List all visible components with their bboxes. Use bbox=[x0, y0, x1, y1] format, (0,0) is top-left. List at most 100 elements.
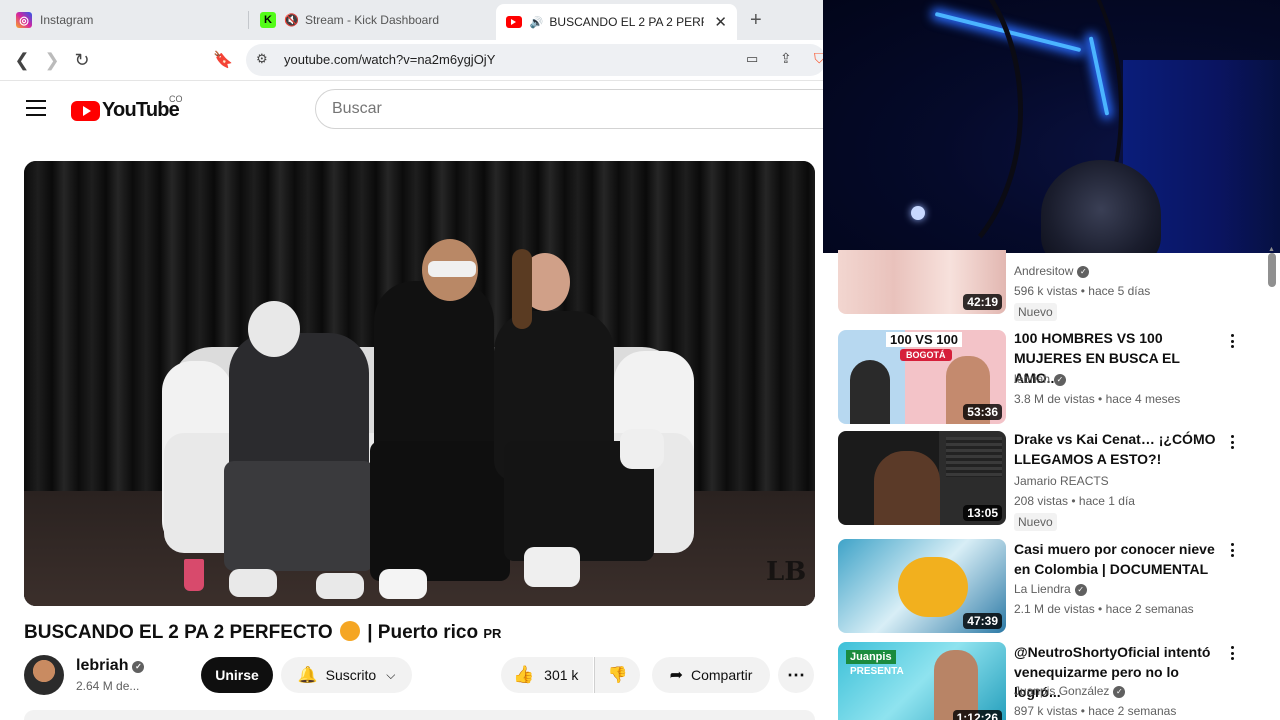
recommendation-item[interactable]: 42:19 Andresitow ✓ 596 k vistas • hace 5 … bbox=[838, 220, 1268, 321]
bookmark-icon[interactable]: 🔖 bbox=[211, 48, 235, 72]
recommendation-item[interactable]: 47:39 Casi muero por conocer nieve en Co… bbox=[838, 539, 1268, 633]
hamburger-menu-icon[interactable] bbox=[26, 100, 46, 116]
video-thumbnail[interactable]: 13:05 bbox=[838, 431, 1006, 525]
video-thumbnail[interactable]: Juanpis PRESENTA 1:12:26 bbox=[838, 642, 1006, 720]
rec-channel[interactable]: lebriah ✓ bbox=[1014, 372, 1067, 386]
dot-separator: • bbox=[1080, 284, 1085, 298]
url-text: youtube.com/watch?v=na2m6ygjOjY bbox=[284, 52, 496, 67]
rec-views: 596 k vistas bbox=[1014, 284, 1078, 298]
more-vertical-icon[interactable] bbox=[1226, 644, 1238, 662]
verified-icon: ✓ bbox=[1074, 584, 1087, 596]
person-left-cap bbox=[248, 301, 300, 357]
more-vertical-icon[interactable] bbox=[1226, 433, 1238, 451]
like-count: 301 k bbox=[544, 667, 579, 683]
forward-icon[interactable]: ❯ bbox=[40, 48, 64, 72]
duration-badge: 13:05 bbox=[963, 505, 1002, 521]
browser-toolbar: ❮ ❯ ↻ 🔖 ⚙ youtube.com/watch?v=na2m6ygjOj… bbox=[0, 40, 826, 81]
rec-channel[interactable]: Jamario REACTS bbox=[1014, 474, 1109, 488]
red-cup bbox=[184, 559, 204, 591]
sneaker bbox=[379, 569, 427, 599]
light-reflection bbox=[911, 206, 925, 220]
tab-instagram[interactable]: ◎ Instagram bbox=[6, 4, 103, 36]
sneaker bbox=[524, 547, 580, 587]
share-page-icon[interactable]: ⇪ bbox=[780, 50, 792, 67]
browser-tab-bar: ◎ Instagram K 🔇 Stream - Kick Dashboard … bbox=[0, 0, 823, 40]
rec-channel-name: Juanpis González bbox=[1014, 684, 1110, 698]
muted-speaker-icon: 🔇 bbox=[284, 13, 299, 27]
dot-separator: • bbox=[1080, 704, 1085, 718]
rec-channel[interactable]: La Liendra ✓ bbox=[1014, 582, 1087, 596]
rec-views: 897 k vistas bbox=[1014, 704, 1078, 718]
rec-meta: 2.1 M de vistas • hace 2 semanas bbox=[1014, 602, 1194, 616]
person-left-jeans bbox=[224, 461, 374, 571]
channel-name-text: lebriah bbox=[76, 657, 129, 674]
duration-badge: 53:36 bbox=[963, 404, 1002, 420]
video-thumbnail[interactable]: 42:19 bbox=[838, 250, 1006, 314]
rec-channel[interactable]: Andresitow ✓ bbox=[1014, 264, 1090, 278]
sneaker bbox=[229, 569, 277, 597]
share-button[interactable]: ➦ Compartir bbox=[652, 657, 770, 693]
description-box[interactable] bbox=[24, 710, 815, 720]
duration-badge: 47:39 bbox=[963, 613, 1002, 629]
verified-icon: ✓ bbox=[1113, 686, 1126, 698]
heart-eyes-emoji-icon bbox=[339, 621, 360, 641]
thumb-person-yellow-jacket bbox=[898, 557, 968, 617]
more-horizontal-icon: ⋯ bbox=[787, 664, 805, 685]
flag-pr: PR bbox=[483, 626, 502, 641]
new-badge: Nuevo bbox=[1014, 303, 1057, 321]
tab-youtube-video[interactable]: 🔊 BUSCANDO EL 2 PA 2 PERFEC ✕ bbox=[496, 4, 737, 40]
recommendation-item[interactable]: 100 VS 100 BOGOTÁ 53:36 100 HOMBRES VS 1… bbox=[838, 330, 1268, 424]
speaker-icon: 🔊 bbox=[529, 16, 544, 29]
tab-label: BUSCANDO EL 2 PA 2 PERFEC bbox=[549, 15, 704, 29]
thumbs-down-icon: 👎 bbox=[607, 667, 628, 684]
share-arrow-icon: ➦ bbox=[669, 667, 683, 684]
verified-icon: ✓ bbox=[132, 661, 145, 673]
video-thumbnail[interactable]: 47:39 bbox=[838, 539, 1006, 633]
join-button[interactable]: Unirse bbox=[201, 657, 273, 693]
video-thumbnail[interactable]: 100 VS 100 BOGOTÁ 53:36 bbox=[838, 330, 1006, 424]
webcam-overlay bbox=[823, 0, 1280, 253]
site-settings-icon[interactable]: ⚙ bbox=[256, 51, 268, 67]
rec-channel[interactable]: Juanpis González ✓ bbox=[1014, 684, 1126, 698]
search-input[interactable]: Buscar bbox=[315, 89, 835, 129]
rec-age: hace 4 meses bbox=[1105, 392, 1181, 406]
video-title: BUSCANDO EL 2 PA 2 PERFECTO | Puerto ric… bbox=[24, 621, 501, 644]
rec-channel-name: Andresitow bbox=[1014, 264, 1074, 278]
thumb-face bbox=[874, 451, 940, 525]
bell-icon: 🔔 bbox=[297, 667, 318, 684]
close-tab-icon[interactable]: ✕ bbox=[714, 13, 727, 31]
like-button[interactable]: 👍 301 k bbox=[501, 657, 593, 693]
reload-icon[interactable]: ↻ bbox=[70, 48, 94, 72]
back-icon[interactable]: ❮ bbox=[10, 48, 34, 72]
rec-age: hace 5 días bbox=[1088, 284, 1151, 298]
cast-icon[interactable]: ▭ bbox=[746, 51, 758, 67]
recommendation-item[interactable]: 13:05 Drake vs Kai Cenat… ¡¿CÓMO LLEGAMO… bbox=[838, 429, 1268, 531]
dislike-button[interactable]: 👎 bbox=[594, 657, 640, 693]
duration-badge: 1:12:26 bbox=[952, 710, 1002, 720]
search-placeholder: Buscar bbox=[332, 100, 382, 117]
recommendation-item[interactable]: Juanpis PRESENTA 1:12:26 @NeutroShortyOf… bbox=[838, 642, 1268, 720]
subscriber-count: 2.64 M de... bbox=[76, 679, 140, 693]
rec-views: 3.8 M de vistas bbox=[1014, 392, 1095, 406]
more-actions-button[interactable]: ⋯ bbox=[778, 657, 814, 693]
address-bar[interactable]: ⚙ youtube.com/watch?v=na2m6ygjOjY ▭ ⇪ ⛉ bbox=[246, 44, 826, 76]
channel-name[interactable]: lebriah ✓ bbox=[76, 657, 145, 675]
subscribed-button[interactable]: 🔔 Suscrito ⌵ bbox=[281, 657, 412, 693]
rec-title[interactable]: Drake vs Kai Cenat… ¡¿CÓMO LLEGAMOS A ES… bbox=[1014, 429, 1224, 469]
new-tab-button[interactable]: + bbox=[750, 9, 762, 32]
scrollbar-thumb[interactable] bbox=[1268, 253, 1276, 287]
tab-kick-dashboard[interactable]: K 🔇 Stream - Kick Dashboard bbox=[250, 4, 449, 36]
youtube-logo[interactable]: YouTube bbox=[71, 99, 180, 122]
join-label: Unirse bbox=[215, 667, 259, 683]
video-player[interactable]: LB bbox=[24, 161, 815, 606]
kick-icon: K bbox=[260, 12, 276, 28]
more-vertical-icon[interactable] bbox=[1226, 332, 1238, 350]
tab-divider bbox=[248, 11, 249, 29]
tab-label: Instagram bbox=[40, 13, 94, 27]
rec-age: hace 2 semanas bbox=[1105, 602, 1194, 616]
rec-title[interactable]: Casi muero por conocer nieve en Colombia… bbox=[1014, 539, 1224, 579]
sneaker bbox=[316, 573, 364, 599]
channel-avatar[interactable] bbox=[24, 655, 64, 695]
more-vertical-icon[interactable] bbox=[1226, 541, 1238, 559]
scroll-up-arrow-icon[interactable]: ▲ bbox=[1268, 246, 1275, 253]
